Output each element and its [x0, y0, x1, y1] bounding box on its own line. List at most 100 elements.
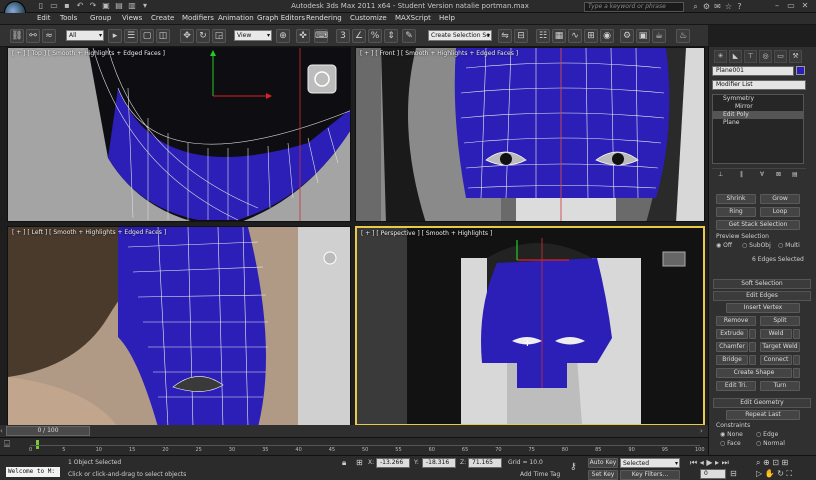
mirror-icon[interactable]: ⇋	[498, 29, 512, 43]
stack-item-plane[interactable]: Plane	[713, 119, 803, 127]
grow-button[interactable]: Grow	[760, 194, 800, 204]
binoculars-icon[interactable]: ⌕	[690, 1, 701, 12]
select-by-name-icon[interactable]: ☰	[124, 29, 138, 43]
viewport-top[interactable]: [ + ] [ Top ] [ Smooth + Highlights + Ed…	[7, 47, 351, 222]
keyboard-shortcut-icon[interactable]: ⌨	[314, 29, 328, 43]
extrude-settings-button[interactable]	[749, 329, 756, 339]
lock-selection-icon[interactable]: 🔒︎	[342, 458, 346, 468]
stack-item-symmetry[interactable]: Symmetry	[713, 95, 803, 103]
rendered-frame-icon[interactable]: ▣	[636, 29, 650, 43]
connect-button[interactable]: Connect	[760, 355, 792, 365]
menu-modifiers[interactable]: Modifiers	[182, 14, 214, 22]
snaps-toggle-icon[interactable]: 3	[336, 29, 350, 43]
modify-tab-icon[interactable]: ◣	[729, 50, 742, 63]
restore-icon[interactable]: ▭	[784, 0, 798, 12]
go-end-icon[interactable]: ⏭	[722, 458, 729, 467]
stack-item-edit-poly[interactable]: Edit Poly	[713, 111, 803, 119]
preview-off-radio[interactable]: ◉ Off	[716, 242, 732, 249]
dropdown-icon[interactable]: ▾	[140, 1, 150, 11]
edit-edges-rollout[interactable]: Edit Edges	[713, 291, 811, 301]
extrude-button[interactable]: Extrude	[716, 329, 748, 339]
menu-graph-editors[interactable]: Graph Editors	[257, 14, 305, 22]
undo-icon[interactable]: ↶	[75, 1, 85, 11]
search-input[interactable]: Type a keyword or phrase	[584, 2, 684, 12]
y-coordinate-field[interactable]: -18.316	[422, 458, 456, 468]
spinner-snap-icon[interactable]: ⇕	[384, 29, 398, 43]
maxscript-listener[interactable]: Welcome to M:	[6, 467, 60, 477]
loop-button[interactable]: Loop	[760, 207, 800, 217]
preview-multi-radio[interactable]: ○ Multi	[778, 242, 800, 249]
time-slider[interactable]: 0 / 100 ‹ ›	[0, 425, 708, 437]
object-name-field[interactable]: Plane001	[712, 66, 794, 76]
weld-settings-button[interactable]	[793, 329, 800, 339]
pan-icon[interactable]: ✋	[765, 469, 775, 478]
unlink-icon[interactable]: ⚯	[26, 29, 40, 43]
viewport-left-label[interactable]: [ + ] [ Left ] [ Smooth + Highlights + E…	[12, 229, 166, 236]
viewport-front[interactable]: [ + ] [ Front ] [ Smooth + Highlights + …	[355, 47, 705, 222]
add-time-tag-button[interactable]: Add Time Tag	[520, 471, 560, 478]
time-config-icon[interactable]: ⊟	[730, 469, 737, 478]
viewport-top-label[interactable]: [ + ] [ Top ] [ Smooth + Highlights + Ed…	[12, 50, 165, 57]
curve-editor-icon[interactable]: ∿	[568, 29, 582, 43]
graphite-ribbon-icon[interactable]: ▦	[552, 29, 566, 43]
subscription-icon[interactable]: ⚙	[701, 1, 712, 12]
menu-create[interactable]: Create	[151, 14, 174, 22]
close-icon[interactable]: ✕	[798, 0, 812, 12]
bind-space-warp-icon[interactable]: ≈	[42, 29, 56, 43]
edit-tri-button[interactable]: Edit Tri.	[716, 381, 756, 391]
create-shape-settings-button[interactable]	[793, 368, 800, 378]
insert-vertex-button[interactable]: Insert Vertex	[726, 303, 800, 313]
get-stack-selection-button[interactable]: Get Stack Selection	[716, 220, 800, 230]
menu-animation[interactable]: Animation	[218, 14, 254, 22]
pin-stack-icon[interactable]: ⊥	[718, 171, 723, 178]
shrink-button[interactable]: Shrink	[716, 194, 756, 204]
constraint-face-radio[interactable]: ○ Face	[720, 440, 741, 447]
zoom-extents-icon[interactable]: ⊡	[772, 458, 779, 467]
motion-tab-icon[interactable]: ◎	[759, 50, 772, 63]
menu-group[interactable]: Group	[90, 14, 111, 22]
link-icon[interactable]: ⛓	[10, 29, 24, 43]
open-file-icon[interactable]: ▭	[49, 1, 59, 11]
help-icon[interactable]: ?	[734, 1, 745, 12]
go-start-icon[interactable]: ⏮	[690, 458, 697, 467]
ring-button[interactable]: Ring	[716, 207, 756, 217]
star-icon[interactable]: ☆	[723, 1, 734, 12]
render-teapot-icon[interactable]: ♨	[676, 29, 690, 43]
constraint-edge-radio[interactable]: ○ Edge	[756, 431, 778, 438]
current-frame-field[interactable]: 0	[700, 469, 726, 479]
display-tab-icon[interactable]: ▭	[774, 50, 787, 63]
fov-icon[interactable]: ▷	[756, 469, 762, 478]
layer-manager-icon[interactable]: ☷	[536, 29, 550, 43]
target-weld-button[interactable]: Target Weld	[760, 342, 800, 352]
repeat-last-button[interactable]: Repeat Last	[726, 410, 800, 420]
scale-icon[interactable]: ◲	[212, 29, 226, 43]
zoom-extents-all-icon[interactable]: ⊞	[782, 458, 789, 467]
connect-settings-button[interactable]	[793, 355, 800, 365]
preview-subobj-radio[interactable]: ○ SubObj	[742, 242, 771, 249]
select-object-icon[interactable]: ▸	[108, 29, 122, 43]
object-color-swatch[interactable]	[796, 66, 805, 75]
stack-item-mirror[interactable]: Mirror	[713, 103, 803, 111]
render-production-icon[interactable]: ☕	[652, 29, 666, 43]
percent-snap-icon[interactable]: %	[368, 29, 382, 43]
x-coordinate-field[interactable]: -13.266	[376, 458, 410, 468]
chamfer-button[interactable]: Chamfer	[716, 342, 748, 352]
prev-key-icon[interactable]: ◂	[700, 458, 704, 467]
play-icon[interactable]: ▶	[706, 458, 712, 467]
save-icon[interactable]: ▪	[62, 1, 72, 11]
create-tab-icon[interactable]: ✳	[714, 50, 727, 63]
menu-edit[interactable]: Edit	[37, 14, 51, 22]
viewport-perspective[interactable]: [ + ] [ Perspective ] [ Smooth + Highlig…	[355, 226, 705, 426]
menu-rendering[interactable]: Rendering	[306, 14, 342, 22]
show-end-result-icon[interactable]: ‖	[740, 171, 743, 178]
maximize-viewport-icon[interactable]: ⛶	[786, 469, 792, 478]
zoom-all-icon[interactable]: ⊕	[763, 458, 770, 467]
hold-icon[interactable]: ▣	[101, 1, 111, 11]
minimize-icon[interactable]: –	[770, 0, 784, 12]
modifier-list-select[interactable]: Modifier List	[712, 80, 806, 90]
constraint-none-radio[interactable]: ◉ None	[720, 431, 743, 438]
menu-tools[interactable]: Tools	[60, 14, 77, 22]
angle-snap-icon[interactable]: ∠	[352, 29, 366, 43]
track-bar[interactable]: ⌸ 0 5 10 15 20 25 30 35 40 45 50 55 60 65 70 75 80 85 90 95…	[0, 437, 708, 455]
configure-sets-icon[interactable]: ▤	[792, 171, 798, 178]
